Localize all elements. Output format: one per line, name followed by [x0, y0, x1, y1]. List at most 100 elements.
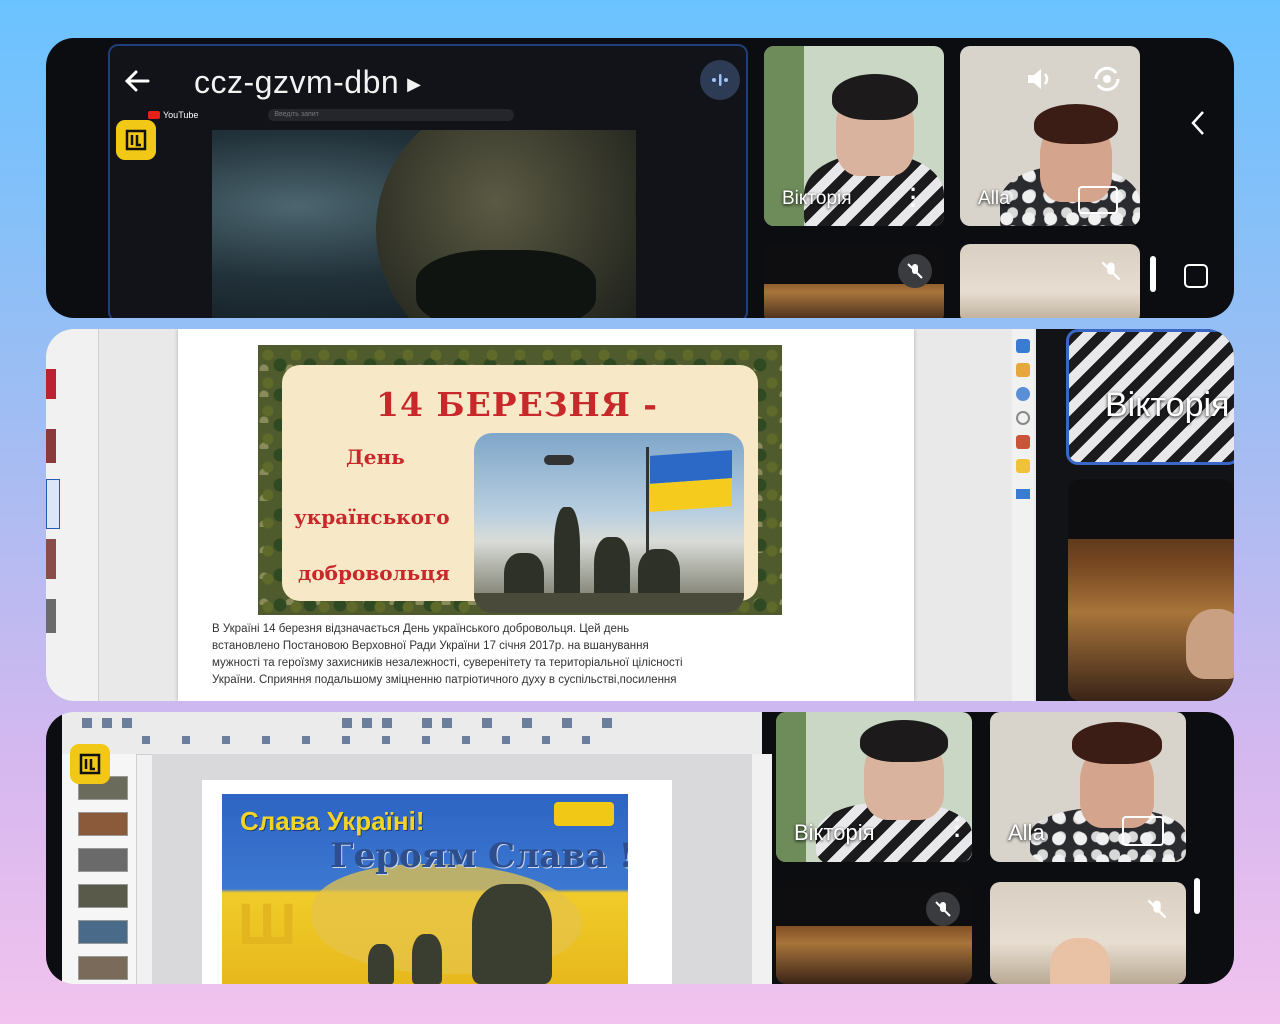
participant-tile-4[interactable] — [990, 882, 1186, 984]
video-player[interactable] — [212, 130, 636, 318]
slide-thumbnail[interactable] — [78, 884, 128, 908]
effects-icon[interactable] — [1078, 186, 1118, 214]
trident-icon: Ш — [238, 892, 297, 957]
participant-name: Alla — [1008, 820, 1045, 845]
poster-title: 14 БЕРЕЗНЯ - — [376, 385, 658, 424]
editor-toolbar — [62, 712, 762, 755]
chevron-left-icon[interactable] — [1188, 108, 1208, 138]
participant-tile-alla[interactable]: Alla — [990, 712, 1186, 862]
participant-hair — [832, 74, 918, 120]
document-page: 14 БЕРЕЗНЯ - День українського доброволь… — [178, 329, 914, 701]
meeting-code[interactable]: ccz-gzvm-dbn ▶ — [194, 64, 422, 101]
participant-hair — [860, 720, 948, 762]
soldier-figure — [472, 884, 552, 984]
audio-output-button[interactable] — [700, 60, 740, 100]
youtube-play-icon — [148, 111, 160, 119]
participant-tile-viktoriia[interactable]: Вікторія · · · — [776, 712, 972, 862]
paragraph-line: мужності та героїзму захисників незалежн… — [212, 657, 683, 669]
tool-icon[interactable] — [1016, 363, 1030, 377]
soldiers-photo — [474, 433, 744, 613]
participant-tile-4[interactable] — [960, 244, 1140, 318]
poster-line-1: День — [346, 445, 405, 469]
youtube-search-input[interactable]: Введіть запит — [268, 109, 515, 121]
mic-off-icon — [1140, 892, 1174, 926]
paragraph-line: встановлено Постановою Верховної Ради Ук… — [212, 640, 649, 652]
sidebar-thumb-selected[interactable] — [46, 479, 60, 529]
poster-line-3: добровольця — [298, 561, 450, 585]
soldier-shadow — [416, 250, 596, 318]
document-screenshot-middle: 14 БЕРЕЗНЯ - День українського доброволь… — [46, 329, 1234, 701]
recents-icon[interactable] — [1184, 264, 1208, 288]
impress-screenshot-bottom: Слава Україні! Героям Слава ! Ш Вікторія… — [46, 712, 1234, 984]
participant-hair — [1034, 104, 1118, 144]
participant-name: Вікторія — [782, 188, 852, 209]
right-toolbar — [1012, 329, 1034, 701]
participant-tile-viktoriia[interactable]: Вікторія — [1066, 329, 1234, 465]
poster-card: 14 БЕРЕЗНЯ - День українського доброволь… — [282, 365, 758, 613]
more-options-icon[interactable]: · · · — [910, 179, 917, 217]
participant-tile-3[interactable] — [776, 882, 972, 984]
ukraine-flag — [650, 450, 732, 512]
participant-face — [1050, 938, 1110, 984]
youtube-logo[interactable]: YouTube — [148, 110, 198, 120]
system-nav — [1178, 38, 1218, 318]
tool-icon[interactable] — [1016, 459, 1030, 473]
speaker-icon[interactable] — [1024, 64, 1054, 99]
tool-icon[interactable] — [1016, 411, 1030, 425]
left-toolbar — [46, 329, 99, 701]
participant-tile-alla[interactable]: Alla — [960, 46, 1140, 226]
slide-thumbnail[interactable] — [78, 848, 128, 872]
tile-dark-top — [1068, 479, 1234, 539]
back-arrow-icon[interactable] — [122, 66, 152, 96]
app-logo-icon — [70, 744, 110, 784]
shared-screen: ccz-gzvm-dbn ▶ YouTube Введіть запит — [108, 44, 748, 318]
soldier-figure — [554, 507, 580, 603]
scrollbar[interactable] — [1194, 878, 1200, 914]
poster-line-2: українського — [294, 505, 450, 529]
tool-icon[interactable] — [1016, 387, 1030, 401]
chevron-right-icon: ▶ — [407, 74, 422, 95]
slides-pane — [62, 754, 137, 984]
slide-thumbnail[interactable] — [78, 956, 128, 980]
scrollbar[interactable] — [1150, 256, 1156, 292]
tool-icon[interactable] — [1016, 339, 1030, 353]
effects-icon[interactable] — [1122, 816, 1164, 846]
presentation-editor: Слава Україні! Героям Слава ! Ш — [62, 712, 772, 984]
participant-name: Alla — [978, 188, 1010, 209]
ground — [474, 593, 744, 613]
meeting-code-text: ccz-gzvm-dbn — [194, 64, 400, 100]
switch-camera-icon[interactable] — [1090, 62, 1124, 101]
soldier-figure — [368, 944, 394, 984]
participant-tile-3[interactable] — [764, 244, 944, 318]
slide-thumbnail[interactable] — [78, 920, 128, 944]
slide[interactable]: Слава Україні! Героям Слава ! Ш — [222, 794, 628, 984]
document-paragraph: В Україні 14 березня відзначається День … — [212, 621, 902, 689]
document-viewer: 14 БЕРЕЗНЯ - День українського доброволь… — [46, 329, 1036, 701]
tool-icon[interactable] — [1016, 435, 1030, 449]
emblem-image — [554, 802, 614, 826]
youtube-toolbar: YouTube Введіть запит — [138, 106, 738, 124]
app-logo-icon — [116, 120, 156, 160]
more-options-icon[interactable]: · · · — [954, 809, 961, 847]
paragraph-line: В Україні 14 березня відзначається День … — [212, 623, 630, 635]
participant-name: Вікторія — [1105, 386, 1230, 424]
mic-off-icon — [926, 892, 960, 926]
participant-tile-viktoriia[interactable]: Вікторія · · · — [764, 46, 944, 226]
meet-screenshot-top: ccz-gzvm-dbn ▶ YouTube Введіть запит Вікт… — [46, 38, 1234, 318]
participant-tile-3[interactable] — [1068, 479, 1234, 701]
paragraph-line: України. Сприяння подальшому зміцненню п… — [212, 674, 677, 686]
drone-shape — [544, 455, 574, 465]
participant-hair — [1072, 722, 1162, 764]
slide-canvas: Слава Україні! Героям Слава ! Ш — [152, 754, 752, 984]
slide-subtitle: Героям Слава ! — [330, 836, 628, 876]
youtube-brand-text: YouTube — [163, 110, 199, 120]
mic-off-icon — [898, 254, 932, 288]
tool-icon[interactable] — [1016, 489, 1030, 499]
participant-name: Вікторія — [794, 820, 875, 845]
right-toolbar — [752, 754, 772, 984]
mic-off-icon — [1094, 254, 1128, 288]
audio-bars-icon — [712, 74, 728, 86]
participant-face — [1186, 609, 1234, 679]
poster-frame: 14 БЕРЕЗНЯ - День українського доброволь… — [258, 345, 782, 615]
slide-thumbnail[interactable] — [78, 812, 128, 836]
